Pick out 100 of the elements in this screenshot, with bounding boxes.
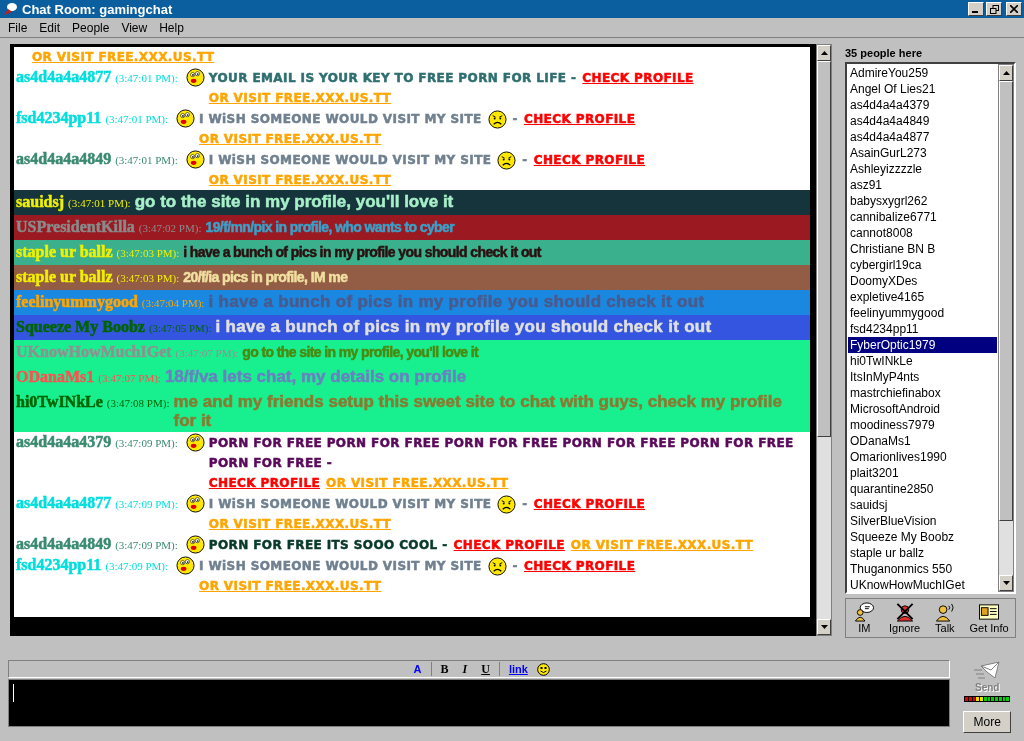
sender-name[interactable]: as4d4a4a4849: [16, 534, 112, 554]
message-text: 18/f/va lets chat, my details on profile: [164, 367, 467, 386]
person-item[interactable]: babysxygrl262: [848, 193, 997, 209]
person-item[interactable]: moodiness7979: [848, 417, 997, 433]
person-item[interactable]: Squeeze My Boobz: [848, 529, 997, 545]
underline-button[interactable]: U: [476, 661, 495, 677]
person-item[interactable]: sauidsj: [848, 497, 997, 513]
message-text: I WiSH SOMEONE WOULD VISIT MY SITE: [208, 152, 492, 169]
bold-button[interactable]: B: [435, 661, 454, 677]
action-button[interactable]: Talk: [932, 602, 957, 634]
timestamp: (3:47:08 PM):: [106, 396, 170, 411]
action-button[interactable]: IM: [852, 602, 877, 634]
envelope-icon: [973, 660, 1002, 682]
person-item[interactable]: cybergirl19ca: [848, 257, 997, 273]
action-button[interactable]: Ignore: [889, 602, 921, 634]
smiley-icon[interactable]: [536, 662, 550, 676]
more-button[interactable]: More: [963, 711, 1012, 733]
people-count: 35 people here: [845, 47, 924, 61]
person-item[interactable]: quarantine2850: [848, 481, 997, 497]
timestamp: (3:47:04 PM):: [141, 296, 205, 311]
close-icon: [1010, 5, 1018, 13]
person-item[interactable]: asz91: [848, 177, 997, 193]
message-link[interactable]: CHECK PROFILE: [533, 150, 645, 170]
timestamp: (3:47:01 PM):: [115, 71, 178, 86]
italic-button[interactable]: I: [457, 661, 473, 677]
menu-item[interactable]: Help: [153, 20, 190, 35]
person-item[interactable]: Omarionlives1990: [848, 449, 997, 465]
minimize-button[interactable]: [968, 2, 984, 16]
person-item[interactable]: feelinyummygood: [848, 305, 997, 321]
person-item[interactable]: SilverBlueVision: [848, 513, 997, 529]
menu-item[interactable]: File: [2, 20, 34, 35]
person-item[interactable]: cannot8008: [848, 225, 997, 241]
message-link[interactable]: CHECK PROFILE: [523, 109, 636, 129]
timestamp: (3:47:01 PM):: [105, 112, 169, 127]
sender-name[interactable]: as4d4a4a4849: [16, 149, 112, 169]
sender-name[interactable]: staple ur ballz: [16, 267, 113, 286]
person-item[interactable]: AsainGurL273: [848, 145, 997, 161]
message-text: I WiSH SOMEONE WOULD VISIT MY SITE: [199, 111, 482, 128]
sad-face-icon: [487, 556, 507, 576]
message-text: PORN FOR FREE ITS SOOO COOL -: [208, 537, 448, 554]
message-link[interactable]: CHECK PROFILE: [533, 494, 645, 514]
person-item[interactable]: as4d4a4a4877: [848, 129, 997, 145]
font-color-button[interactable]: A: [408, 663, 427, 675]
person-item[interactable]: hi0TwINkLe: [848, 353, 997, 369]
person-item[interactable]: UKnowHowMuchIGet: [848, 577, 997, 593]
message-text: me and my friends setup this sweet site to chat with guys, check my profile for it: [173, 392, 783, 430]
kissing-face-icon: [185, 150, 205, 169]
message-link[interactable]: CHECK PROFILE: [523, 556, 636, 576]
timestamp: (3:47:07 PM):: [98, 371, 161, 386]
person-item[interactable]: mastrchiefinabox: [848, 385, 997, 401]
message-text: -: [512, 558, 518, 575]
menu-item[interactable]: Edit: [33, 20, 67, 35]
person-item[interactable]: expletive4165: [848, 289, 997, 305]
action-button[interactable]: Get Info: [969, 602, 1009, 634]
sad-face-icon: [487, 109, 507, 129]
person-item[interactable]: AdmireYou259: [848, 65, 997, 81]
scrollbar[interactable]: [816, 44, 832, 636]
person-item[interactable]: as4d4a4a4379: [848, 97, 997, 113]
person-item[interactable]: fsd4234pp11: [848, 321, 997, 337]
person-item[interactable]: FyberOptic1979: [848, 337, 997, 353]
menu-item[interactable]: People: [66, 20, 116, 35]
message-text: go to the site in my profile, you'll love it: [242, 343, 479, 362]
person-item[interactable]: Christiane BN B: [848, 241, 997, 257]
scroll-down-icon: [820, 625, 828, 629]
sender-name[interactable]: as4d4a4a4379: [16, 432, 112, 452]
person-item[interactable]: DoomyXDes: [848, 273, 997, 289]
person-item[interactable]: ItsInMyP4nts: [848, 369, 997, 385]
scroll-down-icon: [1002, 581, 1010, 585]
person-item[interactable]: plait3201: [848, 465, 997, 481]
restore-icon: [989, 4, 999, 14]
sender-name[interactable]: hi0TwINkLe: [16, 392, 103, 411]
message-link[interactable]: CHECK PROFILE: [582, 68, 694, 88]
message-text: YOUR EMAIL IS YOUR KEY TO FREE PORN FOR LIFE -: [208, 70, 577, 87]
link-button[interactable]: link: [503, 663, 533, 675]
person-item[interactable]: Ashleyizzzzle: [848, 161, 997, 177]
message-link[interactable]: CHECK PROFILE: [208, 473, 321, 493]
close-button[interactable]: [1006, 2, 1022, 16]
person-item[interactable]: Angel Of Lies21: [848, 81, 997, 97]
person-item[interactable]: as4d4a4a4849: [848, 113, 997, 129]
person-item[interactable]: staple ur ballz: [848, 545, 997, 561]
message-text: -: [522, 496, 528, 513]
person-item[interactable]: ODanaMs1: [848, 433, 997, 449]
person-item[interactable]: MicrosoftAndroid: [848, 401, 997, 417]
sender-name[interactable]: sauidsj: [16, 192, 65, 211]
timestamp: (3:47:01 PM):: [68, 196, 131, 211]
message-input[interactable]: [8, 679, 951, 727]
timestamp: (3:47:02 PM):: [138, 221, 202, 236]
message-text: go to the site in my profile, you'll love it: [134, 192, 454, 211]
person-item[interactable]: Thuganonmics 550: [848, 561, 997, 577]
person-item[interactable]: cannibalize6771: [848, 209, 997, 225]
scrollbar[interactable]: [998, 64, 1014, 592]
message-link[interactable]: CHECK PROFILE: [453, 535, 565, 555]
kissing-face-icon: [185, 535, 205, 554]
timestamp: (3:47:07 PM):: [175, 346, 239, 361]
kissing-face-icon: [176, 109, 196, 128]
scroll-up-icon: [1002, 71, 1010, 75]
message-text: I WiSH SOMEONE WOULD VISIT MY SITE: [199, 558, 482, 575]
restore-button[interactable]: [986, 2, 1002, 16]
message-text: i have a bunch of pics in my profile you should check it out: [208, 292, 705, 311]
menu-item[interactable]: View: [115, 20, 154, 35]
